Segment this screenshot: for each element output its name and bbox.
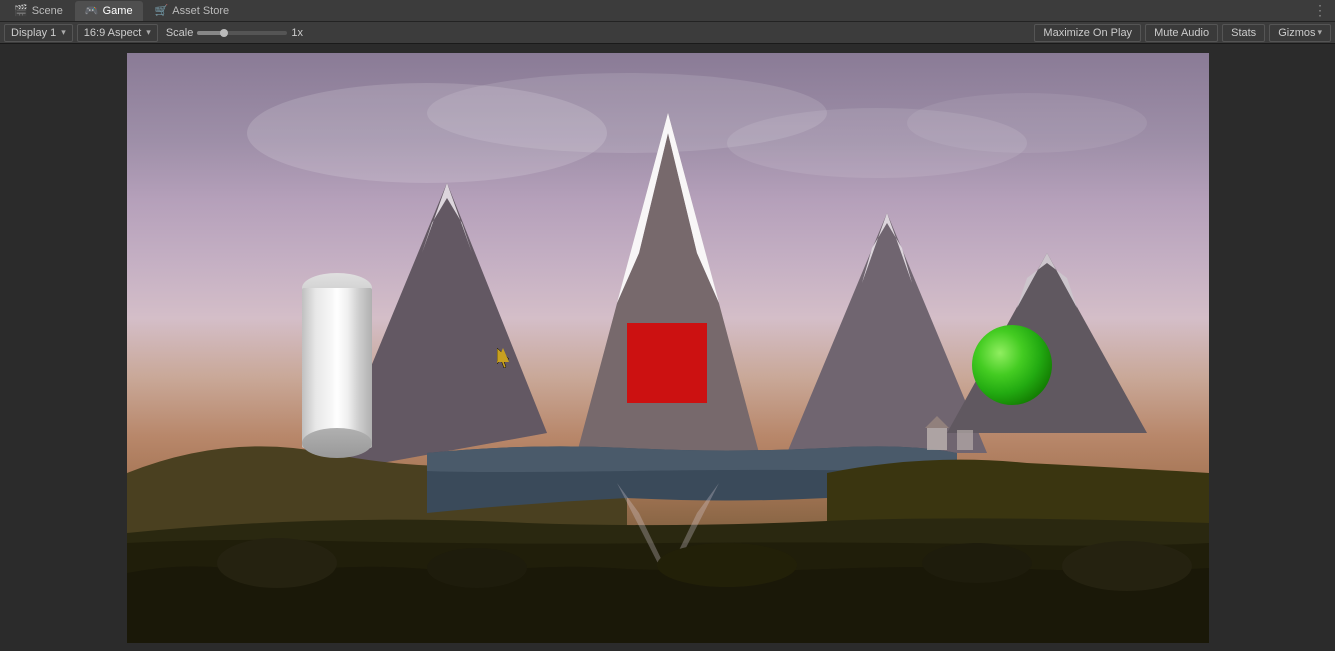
scale-slider-thumb — [220, 29, 228, 37]
gizmos-chevron-icon: ▾ — [1317, 27, 1322, 38]
aspect-dropdown[interactable]: 16:9 Aspect ▾ — [77, 24, 158, 42]
scale-slider[interactable] — [197, 31, 287, 35]
cylinder-object — [302, 273, 372, 443]
green-sphere-object — [972, 325, 1052, 405]
red-cube-object — [627, 323, 707, 403]
maximize-label: Maximize On Play — [1043, 27, 1132, 39]
tab-asset-store[interactable]: 🛒 Asset Store — [145, 1, 240, 21]
cylinder-body — [302, 288, 372, 448]
asset-store-icon: 🛒 — [155, 4, 169, 17]
toolbar: Display 1 ▾ 16:9 Aspect ▾ Scale 1x Maxim… — [0, 22, 1335, 44]
cylinder-bottom — [302, 428, 372, 458]
gizmos-button[interactable]: Gizmos ▾ — [1269, 24, 1331, 42]
maximize-on-play-button[interactable]: Maximize On Play — [1034, 24, 1141, 42]
aspect-chevron-icon: ▾ — [146, 27, 151, 38]
mute-label: Mute Audio — [1154, 27, 1209, 39]
scale-group: Scale 1x — [166, 27, 303, 39]
tab-asset-store-label: Asset Store — [172, 5, 229, 17]
tab-scene-label: Scene — [32, 5, 63, 17]
aspect-label: 16:9 Aspect — [84, 27, 142, 39]
display-label: Display 1 — [11, 27, 56, 39]
game-icon: 🎮 — [85, 4, 99, 17]
tab-game[interactable]: 🎮 Game — [75, 1, 143, 21]
mute-audio-button[interactable]: Mute Audio — [1145, 24, 1218, 42]
gizmos-label: Gizmos — [1278, 27, 1315, 39]
scale-label: Scale — [166, 27, 194, 39]
display-chevron-icon: ▾ — [61, 27, 66, 38]
display-dropdown[interactable]: Display 1 ▾ — [4, 24, 73, 42]
viewport-wrapper — [0, 44, 1335, 651]
tab-resize-icon[interactable]: ⋮ — [1313, 2, 1331, 19]
tab-game-label: Game — [103, 5, 133, 17]
tab-scene[interactable]: 🎬 Scene — [4, 1, 73, 21]
game-viewport[interactable] — [127, 53, 1209, 643]
stats-label: Stats — [1231, 27, 1256, 39]
scale-value: 1x — [291, 27, 303, 39]
tab-bar: 🎬 Scene 🎮 Game 🛒 Asset Store ⋮ — [0, 0, 1335, 22]
stats-button[interactable]: Stats — [1222, 24, 1265, 42]
scene-icon: 🎬 — [14, 4, 28, 17]
